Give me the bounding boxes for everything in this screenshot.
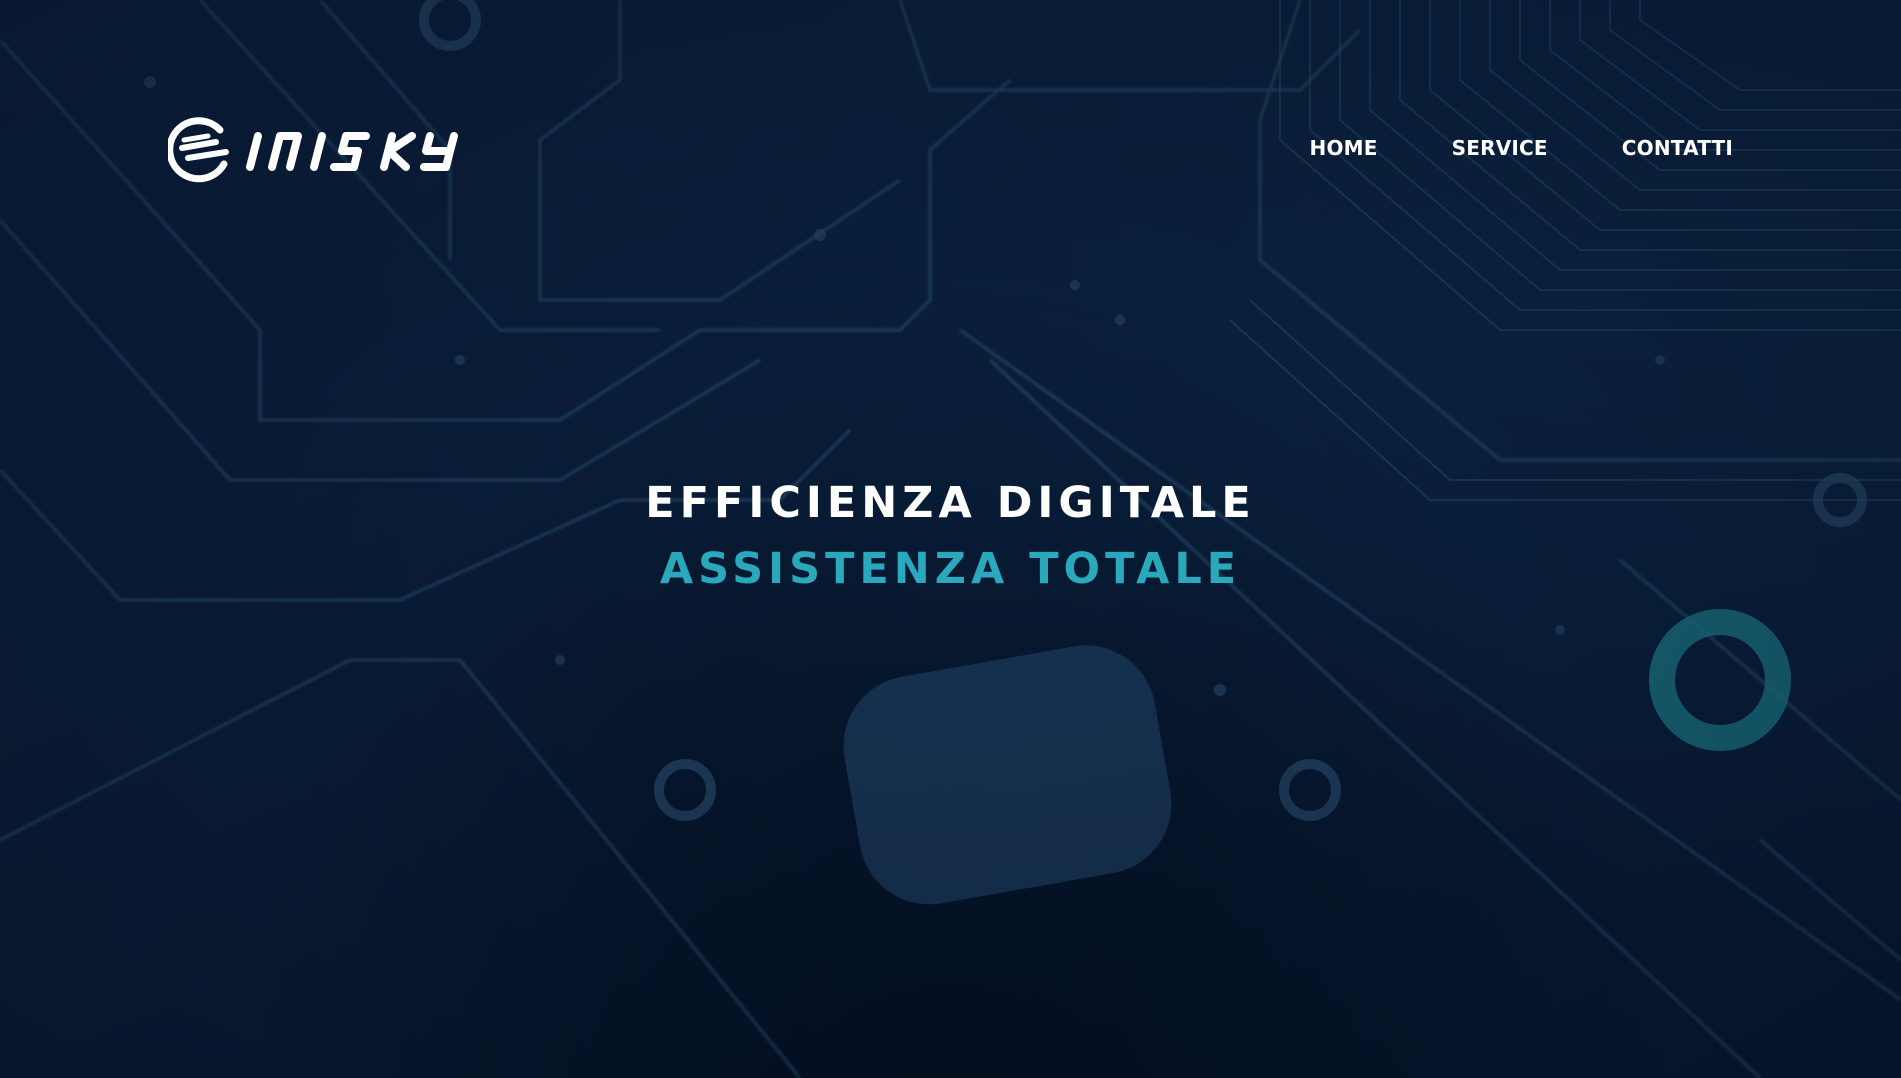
inisky-logo[interactable] [168,114,484,186]
nav-contatti-link[interactable]: CONTATTI [1622,136,1733,160]
hero-subheadline: ASSISTENZA TOTALE [659,544,1242,594]
site-header: HOME SERVICE CONTATTI [0,0,1901,300]
nav-service-link[interactable]: SERVICE [1452,136,1548,160]
hero-section: EFFICIENZA DIGITALE ASSISTENZA TOTALE [0,470,1901,602]
landing-page: HOME SERVICE CONTATTI EFFICIENZA DIGITAL… [0,0,1901,1078]
nav-home-link[interactable]: HOME [1310,136,1378,160]
hero-headline: EFFICIENZA DIGITALE [645,478,1256,528]
main-nav: HOME SERVICE CONTATTI [1310,136,1733,160]
